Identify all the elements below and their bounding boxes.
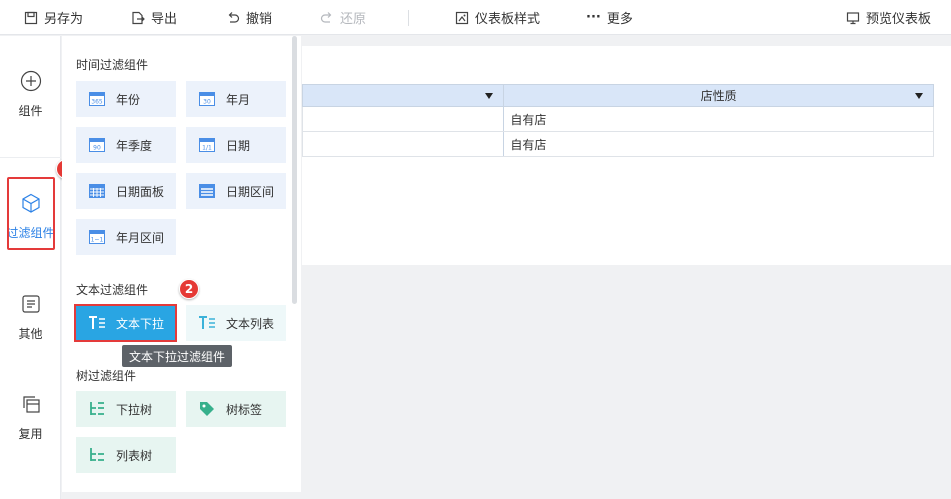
comp-year-quarter[interactable]: 90 年季度 — [76, 127, 176, 163]
calendar-30-icon: 30 — [199, 92, 215, 106]
nav-divider — [0, 157, 61, 158]
tree-filter-title: 树过滤组件 — [76, 369, 137, 383]
table-cell: 自有店 — [510, 112, 547, 127]
sort-arrow-icon[interactable] — [915, 93, 923, 99]
plus-circle-icon — [20, 70, 41, 92]
calendar-90-icon: 90 — [89, 138, 105, 152]
svg-text:90: 90 — [93, 145, 101, 152]
comp-date-range[interactable]: 日期区间 — [186, 173, 286, 209]
text-list-icon — [199, 316, 215, 329]
comp-date[interactable]: 1/1 日期 — [186, 127, 286, 163]
comp-year[interactable]: 365 年份 — [76, 81, 176, 117]
dashboard-style-button[interactable]: 仪表板样式 — [455, 0, 540, 35]
text-dropdown-tooltip: 文本下拉过滤组件 — [122, 345, 233, 367]
highlight-box-filter-nav — [7, 177, 55, 250]
undo-label: 撤销 — [246, 12, 273, 27]
calendar-grid-icon — [89, 184, 105, 198]
redo-icon — [320, 11, 332, 23]
comp-tree-tag[interactable]: 树标签 — [186, 391, 286, 427]
redo-button[interactable]: 还原 — [320, 0, 366, 35]
preview-dashboard-button[interactable]: 预览仪表板 — [846, 0, 931, 35]
nav-reuse-label: 复用 — [18, 427, 43, 441]
nav-others[interactable]: 其他 — [0, 293, 61, 342]
svg-text:1~1: 1~1 — [91, 237, 104, 244]
save-as-label: 另存为 — [44, 12, 84, 27]
table-row: 自有店 — [302, 107, 934, 132]
comp-text-list[interactable]: 文本列表 — [186, 305, 286, 341]
text-dropdown-icon — [89, 316, 105, 329]
nav-others-label: 其他 — [18, 327, 43, 341]
preview-label: 预览仪表板 — [866, 12, 932, 27]
table-cell — [303, 132, 505, 156]
export-button[interactable]: 导出 — [131, 0, 177, 35]
top-toolbar: 另存为 导出 撤销 还原 仪表板样式 ··· 更多 预览仪表板 — [0, 0, 951, 35]
undo-icon — [228, 11, 240, 23]
left-nav: 组件 过滤组件 其他 复用 — [0, 36, 61, 499]
text-filter-title: 文本过滤组件 — [76, 283, 149, 297]
redo-label: 还原 — [340, 12, 367, 27]
dashboard-style-label: 仪表板样式 — [475, 12, 541, 27]
tag-icon — [200, 402, 214, 416]
export-icon — [132, 11, 145, 24]
save-as-button[interactable]: 另存为 — [24, 0, 83, 35]
tree-list-icon — [90, 448, 104, 461]
copy-icon — [22, 396, 40, 413]
table-cell: 自有店 — [510, 137, 547, 152]
calendar-1-1-icon: 1/1 — [199, 138, 215, 152]
comp-date-panel[interactable]: 日期面板 — [76, 173, 176, 209]
monitor-icon — [846, 11, 860, 24]
comp-text-dropdown[interactable]: 文本下拉 — [74, 304, 177, 342]
table-header: 店性质 — [302, 84, 934, 107]
nav-components[interactable]: 组件 — [0, 70, 61, 119]
svg-text:30: 30 — [203, 99, 211, 106]
comp-year-month-range[interactable]: 1~1 年月区间 — [76, 219, 176, 255]
export-label: 导出 — [151, 12, 178, 27]
save-icon — [24, 11, 38, 24]
table-row: 自有店 — [302, 132, 934, 157]
nav-reuse[interactable]: 复用 — [0, 393, 61, 442]
calendar-range-icon — [199, 184, 215, 198]
panel-scrollbar[interactable] — [292, 36, 297, 304]
undo-button[interactable]: 撤销 — [226, 0, 272, 35]
svg-text:365: 365 — [91, 99, 103, 106]
calendar-month-range-icon: 1~1 — [89, 230, 105, 244]
tree-dropdown-icon — [90, 402, 104, 415]
table-cell — [303, 107, 505, 131]
table-header-cell-1[interactable] — [303, 85, 505, 106]
style-icon — [455, 11, 469, 24]
table-header-cell-2[interactable]: 店性质 — [504, 85, 933, 106]
step-badge-2: 2 — [179, 279, 199, 299]
comp-dropdown-tree[interactable]: 下拉树 — [76, 391, 176, 427]
document-icon — [21, 295, 40, 313]
more-button[interactable]: ··· 更多 — [586, 0, 633, 35]
calendar-365-icon: 365 — [89, 92, 105, 106]
svg-text:1/1: 1/1 — [202, 145, 212, 152]
sort-arrow-icon[interactable] — [485, 93, 494, 99]
toolbar-divider — [408, 10, 409, 26]
nav-components-label: 组件 — [18, 104, 43, 118]
data-table: 店性质 自有店 自有店 — [302, 84, 934, 157]
time-filter-title: 时间过滤组件 — [76, 58, 149, 72]
comp-list-tree[interactable]: 列表树 — [76, 437, 176, 473]
more-dots-icon: ··· — [586, 10, 601, 25]
comp-year-month[interactable]: 30 年月 — [186, 81, 286, 117]
more-label: 更多 — [606, 12, 633, 27]
